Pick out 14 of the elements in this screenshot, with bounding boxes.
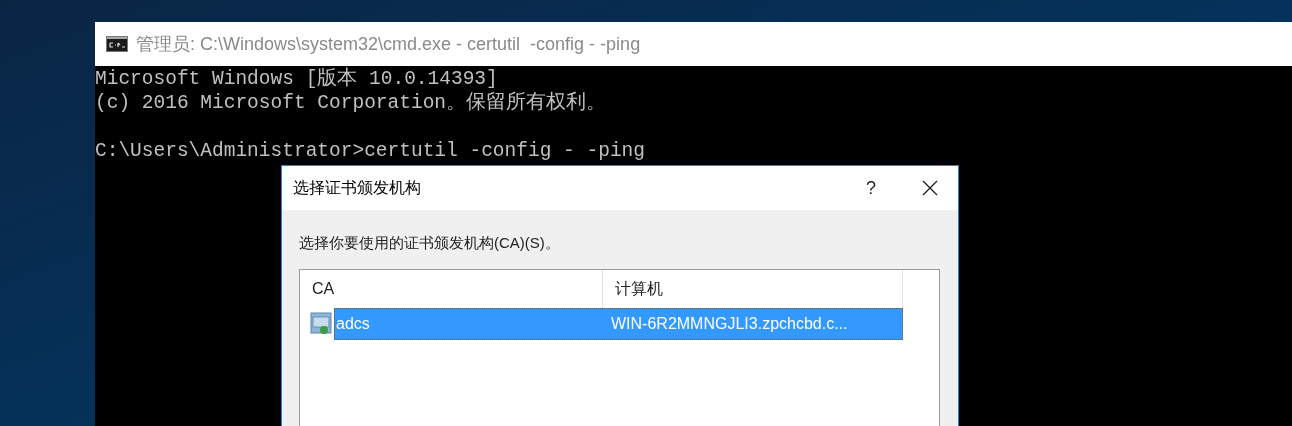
column-header[interactable]: 计算机 xyxy=(603,269,903,308)
help-button[interactable]: ? xyxy=(848,166,894,210)
console-line: C:\Users\Administrator>certutil -config - -ping xyxy=(95,139,646,163)
server-icon xyxy=(310,311,334,336)
list-cell-text: adcs xyxy=(335,313,371,334)
close-icon xyxy=(922,180,938,196)
window-title: 管理员: C:\Windows\system32\cmd.exe - certutil -config - -ping xyxy=(136,32,641,56)
console-line: Microsoft Windows [版本 10.0.14393] xyxy=(95,67,499,91)
console-icon xyxy=(106,36,128,52)
dialog-title: 选择证书颁发机构 xyxy=(293,178,421,198)
console-line: (c) 2016 Microsoft Corporation。保留所有权利。 xyxy=(95,91,608,115)
list-cell-text: WIN-6R2MMNGJLI3.zpchcbd.c... xyxy=(610,313,848,334)
column-header[interactable]: CA xyxy=(300,269,603,308)
prompt-text: 选择你要使用的证书颁发机构(CA)(S)。 xyxy=(299,233,561,253)
